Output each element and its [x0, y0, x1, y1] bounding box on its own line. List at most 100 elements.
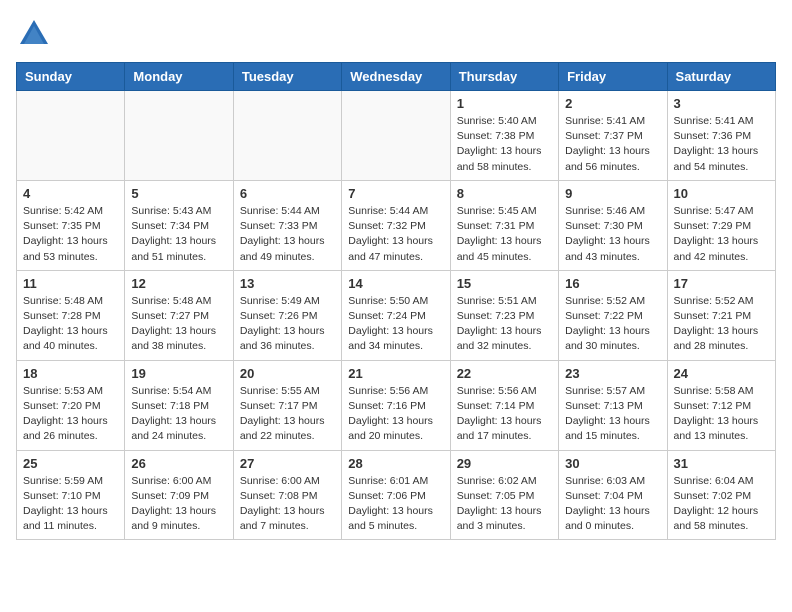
day-number: 13: [240, 276, 335, 291]
day-number: 19: [131, 366, 226, 381]
day-number: 1: [457, 96, 552, 111]
cell-text: Sunrise: 6:01 AMSunset: 7:06 PMDaylight:…: [348, 474, 443, 535]
calendar-cell: 12 Sunrise: 5:48 AMSunset: 7:27 PMDayligh…: [125, 270, 233, 360]
cell-text: Sunrise: 6:02 AMSunset: 7:05 PMDaylight:…: [457, 474, 552, 535]
weekday-header: Friday: [559, 63, 667, 91]
calendar-week-row: 1 Sunrise: 5:40 AMSunset: 7:38 PMDaylight…: [17, 91, 776, 181]
calendar-cell: [342, 91, 450, 181]
calendar-week-row: 18 Sunrise: 5:53 AMSunset: 7:20 PMDayligh…: [17, 360, 776, 450]
day-number: 24: [674, 366, 769, 381]
cell-text: Sunrise: 5:48 AMSunset: 7:27 PMDaylight:…: [131, 294, 226, 355]
day-number: 26: [131, 456, 226, 471]
day-number: 15: [457, 276, 552, 291]
day-number: 17: [674, 276, 769, 291]
day-number: 11: [23, 276, 118, 291]
day-number: 7: [348, 186, 443, 201]
cell-text: Sunrise: 5:57 AMSunset: 7:13 PMDaylight:…: [565, 384, 660, 445]
day-number: 6: [240, 186, 335, 201]
calendar-cell: 13Sunrise: 5:49 AMSunset: 7:26 PMDayligh…: [233, 270, 341, 360]
weekday-header: Sunday: [17, 63, 125, 91]
cell-text: Sunrise: 5:45 AMSunset: 7:31 PMDaylight:…: [457, 204, 552, 265]
calendar-cell: 19 Sunrise: 5:54 AMSunset: 7:18 PMDayligh…: [125, 360, 233, 450]
cell-text: Sunrise: 5:47 AMSunset: 7:29 PMDaylight:…: [674, 204, 769, 265]
day-number: 12: [131, 276, 226, 291]
cell-text: Sunrise: 5:56 AMSunset: 7:16 PMDaylight:…: [348, 384, 443, 445]
page-header: [16, 16, 776, 52]
cell-text: Sunrise: 5:51 AMSunset: 7:23 PMDaylight:…: [457, 294, 552, 355]
logo-icon: [16, 16, 52, 52]
calendar-cell: [17, 91, 125, 181]
cell-text: Sunrise: 5:55 AMSunset: 7:17 PMDaylight:…: [240, 384, 335, 445]
cell-text: Sunrise: 5:40 AMSunset: 7:38 PMDaylight:…: [457, 114, 552, 175]
calendar-cell: 15 Sunrise: 5:51 AMSunset: 7:23 PMDayligh…: [450, 270, 558, 360]
calendar-cell: [233, 91, 341, 181]
calendar-cell: 30 Sunrise: 6:03 AMSunset: 7:04 PMDayligh…: [559, 450, 667, 540]
calendar-cell: 18 Sunrise: 5:53 AMSunset: 7:20 PMDayligh…: [17, 360, 125, 450]
weekday-header-row: SundayMondayTuesdayWednesdayThursdayFrid…: [17, 63, 776, 91]
calendar-cell: 14 Sunrise: 5:50 AMSunset: 7:24 PMDayligh…: [342, 270, 450, 360]
cell-text: Sunrise: 6:04 AMSunset: 7:02 PMDaylight:…: [674, 474, 769, 535]
day-number: 29: [457, 456, 552, 471]
logo: [16, 16, 58, 52]
calendar-cell: 5 Sunrise: 5:43 AMSunset: 7:34 PMDaylight…: [125, 180, 233, 270]
day-number: 16: [565, 276, 660, 291]
day-number: 8: [457, 186, 552, 201]
calendar-cell: 11 Sunrise: 5:48 AMSunset: 7:28 PMDayligh…: [17, 270, 125, 360]
calendar-cell: 25Sunrise: 5:59 AMSunset: 7:10 PMDayligh…: [17, 450, 125, 540]
day-number: 4: [23, 186, 118, 201]
day-number: 14: [348, 276, 443, 291]
cell-text: Sunrise: 5:48 AMSunset: 7:28 PMDaylight:…: [23, 294, 118, 355]
calendar-cell: 24 Sunrise: 5:58 AMSunset: 7:12 PMDayligh…: [667, 360, 775, 450]
calendar-cell: 31 Sunrise: 6:04 AMSunset: 7:02 PMDayligh…: [667, 450, 775, 540]
cell-text: Sunrise: 5:54 AMSunset: 7:18 PMDaylight:…: [131, 384, 226, 445]
cell-text: Sunrise: 6:00 AMSunset: 7:09 PMDaylight:…: [131, 474, 226, 535]
day-number: 31: [674, 456, 769, 471]
day-number: 21: [348, 366, 443, 381]
cell-text: Sunrise: 5:43 AMSunset: 7:34 PMDaylight:…: [131, 204, 226, 265]
calendar-cell: 10 Sunrise: 5:47 AMSunset: 7:29 PMDayligh…: [667, 180, 775, 270]
cell-text: Sunrise: 5:52 AMSunset: 7:22 PMDaylight:…: [565, 294, 660, 355]
cell-text: Sunrise: 5:53 AMSunset: 7:20 PMDaylight:…: [23, 384, 118, 445]
cell-text: Sunrise: 5:46 AMSunset: 7:30 PMDaylight:…: [565, 204, 660, 265]
calendar-cell: 7 Sunrise: 5:44 AMSunset: 7:32 PMDaylight…: [342, 180, 450, 270]
calendar-cell: 17 Sunrise: 5:52 AMSunset: 7:21 PMDayligh…: [667, 270, 775, 360]
day-number: 9: [565, 186, 660, 201]
weekday-header: Thursday: [450, 63, 558, 91]
day-number: 5: [131, 186, 226, 201]
calendar-cell: 6 Sunrise: 5:44 AMSunset: 7:33 PMDaylight…: [233, 180, 341, 270]
cell-text: Sunrise: 5:41 AMSunset: 7:37 PMDaylight:…: [565, 114, 660, 175]
cell-text: Sunrise: 5:41 AMSunset: 7:36 PMDaylight:…: [674, 114, 769, 175]
day-number: 2: [565, 96, 660, 111]
day-number: 23: [565, 366, 660, 381]
cell-text: Sunrise: 6:03 AMSunset: 7:04 PMDaylight:…: [565, 474, 660, 535]
cell-text: Sunrise: 5:52 AMSunset: 7:21 PMDaylight:…: [674, 294, 769, 355]
calendar-cell: 1 Sunrise: 5:40 AMSunset: 7:38 PMDaylight…: [450, 91, 558, 181]
cell-text: Sunrise: 5:50 AMSunset: 7:24 PMDaylight:…: [348, 294, 443, 355]
calendar-table: SundayMondayTuesdayWednesdayThursdayFrid…: [16, 62, 776, 540]
calendar-cell: 28 Sunrise: 6:01 AMSunset: 7:06 PMDayligh…: [342, 450, 450, 540]
cell-text: Sunrise: 5:56 AMSunset: 7:14 PMDaylight:…: [457, 384, 552, 445]
day-number: 28: [348, 456, 443, 471]
day-number: 25: [23, 456, 118, 471]
cell-text: Sunrise: 5:58 AMSunset: 7:12 PMDaylight:…: [674, 384, 769, 445]
calendar-week-row: 11 Sunrise: 5:48 AMSunset: 7:28 PMDayligh…: [17, 270, 776, 360]
calendar-cell: 9 Sunrise: 5:46 AMSunset: 7:30 PMDaylight…: [559, 180, 667, 270]
calendar-cell: 8 Sunrise: 5:45 AMSunset: 7:31 PMDaylight…: [450, 180, 558, 270]
day-number: 10: [674, 186, 769, 201]
cell-text: Sunrise: 6:00 AMSunset: 7:08 PMDaylight:…: [240, 474, 335, 535]
calendar-cell: 23 Sunrise: 5:57 AMSunset: 7:13 PMDayligh…: [559, 360, 667, 450]
calendar-cell: 3 Sunrise: 5:41 AMSunset: 7:36 PMDaylight…: [667, 91, 775, 181]
calendar-cell: 21 Sunrise: 5:56 AMSunset: 7:16 PMDayligh…: [342, 360, 450, 450]
day-number: 30: [565, 456, 660, 471]
weekday-header: Wednesday: [342, 63, 450, 91]
day-number: 20: [240, 366, 335, 381]
weekday-header: Tuesday: [233, 63, 341, 91]
day-number: 18: [23, 366, 118, 381]
cell-text: Sunrise: 5:44 AMSunset: 7:33 PMDaylight:…: [240, 204, 335, 265]
calendar-cell: 22Sunrise: 5:56 AMSunset: 7:14 PMDayligh…: [450, 360, 558, 450]
day-number: 3: [674, 96, 769, 111]
calendar-cell: [125, 91, 233, 181]
weekday-header: Saturday: [667, 63, 775, 91]
calendar-week-row: 25Sunrise: 5:59 AMSunset: 7:10 PMDayligh…: [17, 450, 776, 540]
cell-text: Sunrise: 5:44 AMSunset: 7:32 PMDaylight:…: [348, 204, 443, 265]
